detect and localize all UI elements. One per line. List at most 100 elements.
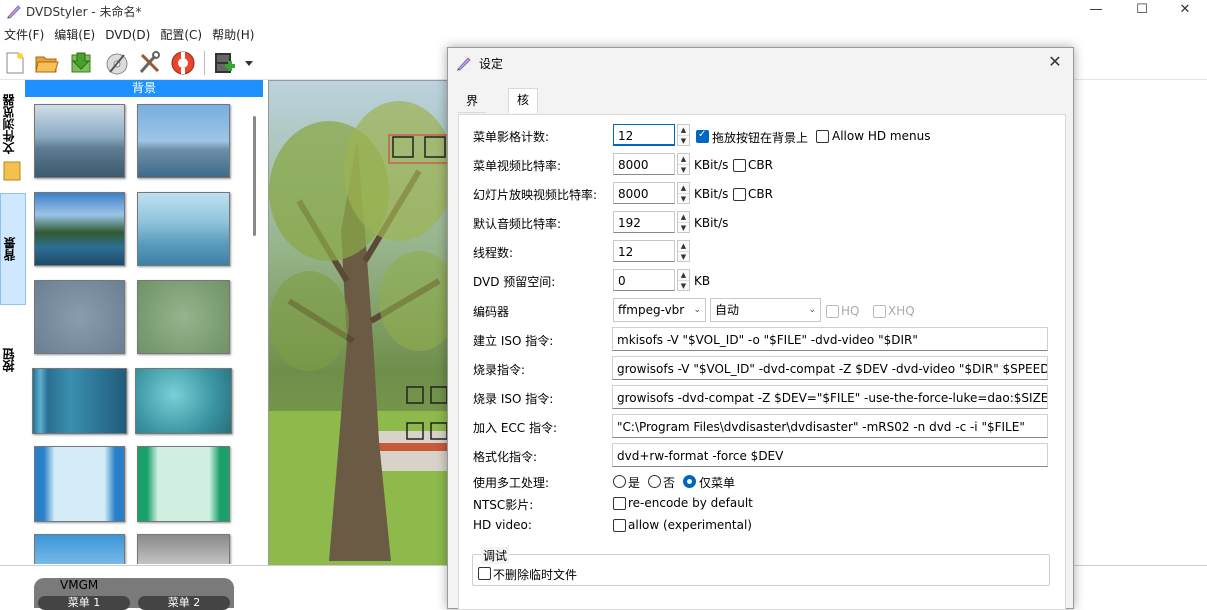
burn-iso-cmd-label: 烧录 ISO 指令:	[473, 392, 554, 406]
kb-unit: KB	[694, 274, 711, 288]
threads-label: 线程数:	[473, 246, 514, 260]
dvd-reserve-label: DVD 预留空间:	[473, 275, 556, 289]
tab-file-browser[interactable]: 文件浏览器	[0, 84, 24, 164]
encoder-select-value: ffmpeg-vbr	[618, 303, 685, 317]
add-video-icon[interactable]	[212, 50, 238, 76]
menu-help[interactable]: 帮助(H)	[208, 24, 260, 43]
iso-cmd-label: 建立 ISO 指令:	[473, 334, 554, 348]
xhq-label: XHQ	[888, 304, 915, 318]
menu-thumb-2[interactable]: 菜单 2	[138, 596, 230, 610]
dialog-title: 设定	[479, 57, 504, 71]
encoder-label: 编码器	[473, 305, 510, 319]
drag-buttons-checkbox[interactable]	[696, 129, 709, 143]
spinner-arrows[interactable]: ▲ ▼	[677, 124, 690, 146]
dialog-close-button[interactable]: ✕	[1045, 52, 1065, 71]
menu-frame-count-label: 菜单影格计数:	[473, 130, 550, 144]
tab-interface[interactable]: 界面	[458, 90, 487, 130]
settings-icon[interactable]	[137, 50, 163, 76]
hq-checkbox[interactable]	[826, 305, 839, 318]
ecc-cmd-input[interactable]: "C:\Program Files\dvdisaster\dvdisaster"…	[612, 414, 1048, 438]
minimize-button[interactable]: —	[1073, 0, 1119, 22]
format-cmd-label: 格式化指令:	[473, 450, 538, 464]
menu-edit[interactable]: 编辑(E)	[50, 24, 101, 43]
menu-file[interactable]: 文件(F)	[0, 24, 50, 43]
audio-bitrate-label: 默认音频比特率:	[473, 217, 562, 231]
slideshow-bitrate-label: 幻灯片放映视频比特率:	[473, 188, 598, 202]
iso-cmd-input[interactable]: mkisofs -V "$VOL_ID" -o "$FILE" -dvd-vid…	[612, 327, 1048, 351]
multicore-no-radio[interactable]	[648, 475, 661, 488]
close-button[interactable]: ✕	[1162, 0, 1207, 22]
menu-config[interactable]: 配置(C)	[156, 24, 208, 43]
encoder-mode-select[interactable]: 自动 ⌄	[710, 298, 821, 322]
kbits-unit: KBit/s	[694, 187, 729, 201]
maximize-button[interactable]: ☐	[1119, 0, 1165, 22]
slideshow-bitrate-input[interactable]: 8000	[613, 182, 675, 204]
tab-core[interactable]: 核心	[508, 88, 539, 129]
format-cmd-input[interactable]: dvd+rw-format -force $DEV	[612, 443, 1048, 467]
save-icon[interactable]	[68, 50, 94, 76]
spinner-arrows[interactable]: ▲ ▼	[677, 153, 690, 175]
tab-background[interactable]: 背景	[0, 193, 26, 305]
xhq-checkbox[interactable]	[873, 305, 886, 318]
audio-bitrate-input[interactable]: 192	[613, 211, 675, 233]
hd-video-checkbox[interactable]	[613, 519, 626, 532]
dialog-titlebar: 设定 ✕	[448, 48, 1073, 78]
new-icon[interactable]	[2, 50, 28, 76]
canvas-tree-image	[269, 101, 451, 565]
background-thumbnail[interactable]	[137, 446, 230, 522]
menu-cbr-checkbox[interactable]	[733, 159, 746, 172]
spinner-arrows[interactable]: ▲ ▼	[677, 240, 690, 262]
allow-hd-menus-checkbox[interactable]	[816, 130, 829, 143]
drag-buttons-label: 拖放按钮在背景上	[712, 131, 809, 145]
multicore-menus-radio[interactable]	[683, 475, 696, 488]
app-titlebar: DVDStyler - 未命名* — ☐ ✕	[0, 0, 1207, 22]
background-thumbnail[interactable]	[32, 368, 127, 434]
chevron-down-icon: ⌄	[693, 305, 701, 315]
vmgm-tab[interactable]: VMGM 菜单 1 菜单 2	[34, 578, 234, 610]
background-scrollbar[interactable]	[253, 116, 256, 236]
menu-dvd[interactable]: DVD(D)	[101, 26, 156, 42]
hd-video-allow-label: allow (experimental)	[628, 518, 752, 532]
background-thumbnail[interactable]	[34, 280, 125, 354]
menu-frame-count-input[interactable]: 12	[613, 124, 675, 146]
chevron-down-icon[interactable]	[242, 50, 256, 76]
vmgm-label: VMGM	[60, 578, 99, 592]
burn-iso-cmd-input[interactable]: growisofs -dvd-compat -Z $DEV="$FILE" -u…	[612, 385, 1048, 409]
ntsc-reencode-checkbox[interactable]	[613, 497, 626, 510]
background-thumbnail[interactable]	[137, 192, 230, 266]
menu-canvas[interactable]	[268, 80, 452, 566]
background-thumbnail[interactable]	[137, 534, 230, 564]
keep-temp-files-checkbox[interactable]	[478, 567, 491, 580]
multicore-label: 使用多工处理:	[473, 476, 550, 490]
burn-icon[interactable]	[104, 50, 130, 76]
encoder-mode-value: 自动	[715, 303, 740, 317]
menu-thumb-1[interactable]: 菜单 1	[38, 596, 130, 610]
spinner-arrows[interactable]: ▲ ▼	[677, 211, 690, 233]
threads-input[interactable]: 12	[613, 240, 675, 262]
menu-video-bitrate-input[interactable]: 8000	[613, 153, 675, 175]
background-thumbnail[interactable]	[137, 104, 230, 178]
dvd-reserve-input[interactable]: 0	[613, 269, 675, 291]
help-icon[interactable]	[170, 50, 196, 76]
background-thumbnail[interactable]	[135, 368, 232, 434]
open-icon[interactable]	[34, 50, 60, 76]
background-thumbnail[interactable]	[137, 280, 230, 354]
spinner-arrows[interactable]: ▲ ▼	[677, 182, 690, 204]
tab-buttons[interactable]: 按钮	[0, 320, 24, 400]
slideshow-cbr-checkbox[interactable]	[733, 188, 746, 201]
folder-icon	[3, 161, 21, 181]
hq-label: HQ	[841, 304, 860, 318]
encoder-select[interactable]: ffmpeg-vbr ⌄	[613, 298, 706, 322]
burn-cmd-input[interactable]: growisofs -V "$VOL_ID" -dvd-compat -Z $D…	[612, 356, 1048, 380]
hd-video-label: HD video:	[473, 518, 532, 532]
background-thumbnail[interactable]	[34, 192, 125, 266]
background-thumbnail[interactable]	[34, 534, 125, 564]
settings-dialog: 设定 ✕ 界面 核心 菜单影格计数: 12 ▲▼ 拖放按钮在背景上 Allow …	[447, 47, 1074, 610]
background-thumbnail[interactable]	[34, 104, 125, 178]
window-title: DVDStyler - 未命名*	[26, 5, 142, 19]
allow-hd-menus-label: Allow HD menus	[832, 129, 931, 143]
multicore-yes-radio[interactable]	[613, 475, 626, 488]
spinner-arrows[interactable]: ▲ ▼	[677, 269, 690, 291]
background-thumbnail[interactable]	[34, 446, 125, 522]
multicore-menus-label: 仅菜单	[699, 476, 736, 490]
